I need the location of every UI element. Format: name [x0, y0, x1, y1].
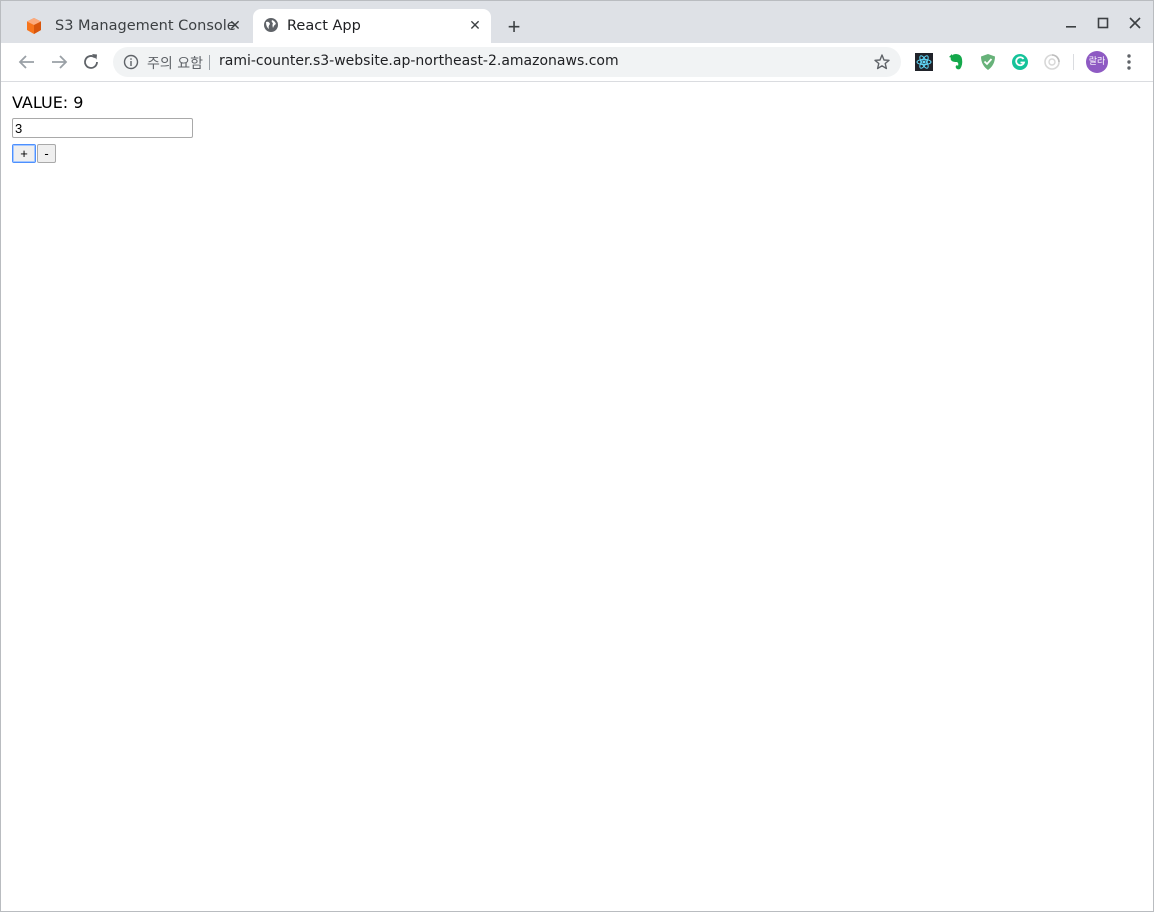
evernote-icon[interactable] — [946, 52, 966, 72]
bookmark-star-icon[interactable] — [873, 53, 891, 71]
close-tab-icon[interactable]: ✕ — [467, 18, 483, 34]
address-bar[interactable]: 주의 요함 rami-counter.s3-website.ap-northea… — [113, 47, 901, 77]
aws-cube-icon — [25, 17, 43, 35]
decrement-button[interactable]: - — [37, 144, 56, 163]
back-icon[interactable] — [16, 51, 38, 73]
close-tab-icon[interactable]: ✕ — [227, 18, 243, 34]
tab-title: React App — [287, 18, 361, 34]
url-text[interactable]: rami-counter.s3-website.ap-northeast-2.a… — [219, 53, 619, 69]
tab-strip: S3 Management Console ✕ React App ✕ + — [1, 1, 1153, 43]
minimize-icon[interactable] — [1061, 13, 1081, 33]
tab-s3-console[interactable]: S3 Management Console ✕ — [9, 9, 251, 43]
profile-avatar[interactable]: 랄라 — [1086, 51, 1108, 73]
toolbar-divider — [1073, 54, 1074, 70]
grammarly-icon[interactable] — [1010, 52, 1030, 72]
loading-extension-icon[interactable] — [1042, 52, 1062, 72]
menu-dots-icon[interactable] — [1121, 52, 1137, 72]
info-icon[interactable] — [123, 54, 139, 70]
forward-icon[interactable] — [48, 51, 70, 73]
new-tab-button[interactable]: + — [501, 15, 527, 41]
browser-window: S3 Management Console ✕ React App ✕ + 주의… — [0, 0, 1154, 912]
page-content: VALUE: 9 + - — [1, 82, 1153, 911]
close-window-icon[interactable] — [1125, 13, 1145, 33]
counter-value: VALUE: 9 — [12, 93, 84, 112]
address-divider — [209, 55, 210, 70]
tab-react-app[interactable]: React App ✕ — [253, 9, 491, 43]
browser-toolbar: 주의 요함 rami-counter.s3-website.ap-northea… — [1, 43, 1153, 82]
react-devtools-icon[interactable] — [914, 52, 934, 72]
adguard-shield-icon[interactable] — [978, 52, 998, 72]
globe-icon — [263, 17, 281, 35]
tab-title: S3 Management Console — [55, 18, 236, 34]
step-input[interactable] — [12, 118, 193, 138]
increment-button[interactable]: + — [12, 144, 36, 163]
maximize-icon[interactable] — [1093, 13, 1113, 33]
security-label[interactable]: 주의 요함 — [147, 53, 203, 73]
reload-icon[interactable] — [80, 51, 102, 73]
